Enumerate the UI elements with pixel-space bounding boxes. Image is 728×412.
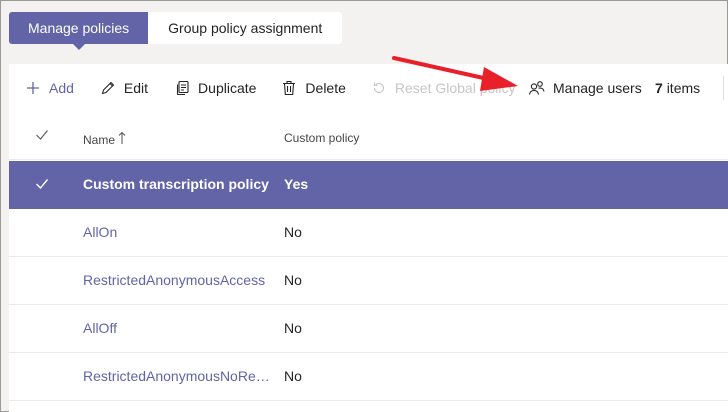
items-count-number: 7 — [655, 80, 663, 96]
row-checkmark-icon[interactable] — [35, 177, 49, 193]
table-row[interactable]: Custom transcription policy Yes — [9, 161, 728, 209]
duplicate-button[interactable]: Duplicate — [173, 72, 256, 104]
manage-users-label: Manage users — [553, 80, 642, 96]
edit-button[interactable]: Edit — [99, 72, 148, 104]
sort-ascending-icon — [118, 131, 126, 148]
plus-icon — [24, 79, 42, 97]
policies-panel: Add Edit Duplicate Delete Reset Global p… — [9, 64, 728, 412]
policy-name[interactable]: Custom transcription policy — [83, 176, 273, 192]
manage-users-button[interactable]: Manage users — [528, 72, 642, 104]
policy-name[interactable]: AllOff — [83, 320, 273, 336]
table-row[interactable]: RestrictedAnonymousNoRecording No — [9, 353, 728, 401]
delete-label: Delete — [305, 80, 346, 96]
policy-name[interactable]: RestrictedAnonymousNoRecording — [83, 368, 273, 384]
custom-policy-value: No — [284, 224, 302, 240]
reset-label: Reset Global policy — [394, 80, 516, 96]
column-header-custom-policy[interactable]: Custom policy — [284, 131, 359, 145]
column-header-name-label: Name — [83, 132, 116, 147]
custom-policy-value: Yes — [284, 176, 309, 192]
custom-policy-value: No — [284, 368, 302, 384]
duplicate-label: Duplicate — [198, 80, 257, 96]
tab-group-policy-assignment[interactable]: Group policy assignment — [148, 12, 343, 44]
items-count-suffix: items — [666, 80, 701, 96]
add-label: Add — [49, 80, 74, 96]
add-button[interactable]: Add — [24, 72, 74, 104]
reset-global-policy-button[interactable]: Reset Global policy — [370, 72, 516, 104]
tab-bar: Manage policies Group policy assignment — [9, 12, 343, 50]
tab-manage-policies[interactable]: Manage policies — [9, 12, 149, 50]
table-header: Name Custom policy — [9, 112, 728, 160]
custom-policy-value: No — [284, 320, 302, 336]
delete-button[interactable]: Delete — [280, 72, 346, 104]
items-count: 7 items — [655, 80, 700, 96]
policy-name[interactable]: AllOn — [83, 224, 273, 240]
edit-label: Edit — [123, 80, 149, 96]
table-row[interactable]: AllOff No — [9, 305, 728, 353]
trash-icon — [280, 79, 298, 97]
toolbar: Add Edit Duplicate Delete Reset Global p… — [9, 64, 728, 112]
people-icon — [528, 79, 546, 97]
pencil-icon — [99, 79, 117, 97]
reset-icon — [370, 79, 388, 97]
policy-name[interactable]: RestrictedAnonymousAccess — [83, 272, 273, 288]
duplicate-icon — [173, 79, 191, 97]
toolbar-divider — [723, 76, 724, 100]
select-all-checkmark-icon[interactable] — [35, 129, 49, 144]
column-header-name[interactable]: Name — [83, 131, 126, 148]
custom-policy-value: No — [284, 272, 302, 288]
table-row[interactable]: RestrictedAnonymousAccess No — [9, 257, 728, 305]
table-row[interactable]: AllOn No — [9, 209, 728, 257]
